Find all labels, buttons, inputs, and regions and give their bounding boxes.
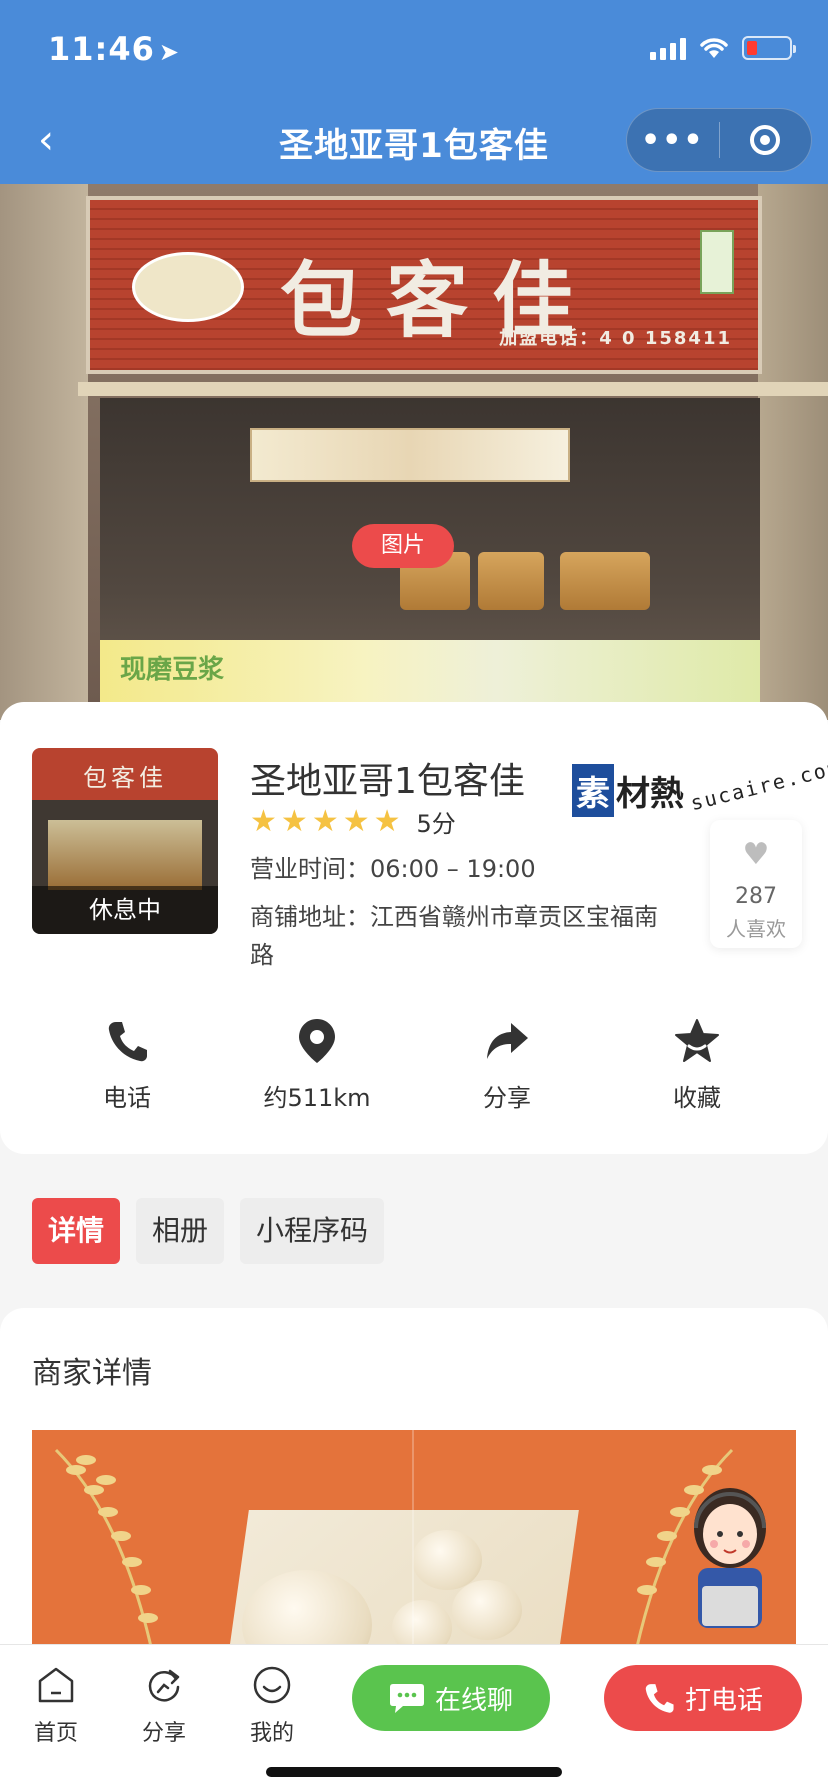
hero-photo[interactable]: 包客佳 加盟电话：4 0 158411 现磨豆浆 图片	[0, 184, 828, 720]
phone-icon	[645, 1684, 674, 1713]
location-pin-icon	[222, 1014, 412, 1068]
photo-tag-button[interactable]: 图片	[352, 524, 454, 568]
counter-text: 现磨豆浆	[120, 655, 225, 685]
close-miniprogram-button[interactable]	[720, 125, 812, 155]
like-count: 287	[735, 884, 777, 909]
bun-logo-icon	[132, 252, 244, 322]
distance-action[interactable]: 约511km	[222, 1014, 412, 1113]
home-tab[interactable]: 首页	[16, 1663, 96, 1747]
watermark-rest: 材熱	[616, 774, 684, 814]
tab-details[interactable]: 详情	[32, 1198, 121, 1264]
star-filled-icon: ★	[373, 803, 401, 839]
watermark-box: 素	[572, 764, 614, 817]
call-action[interactable]: 电话	[32, 1014, 222, 1113]
thumbnail-sign: 包客佳	[83, 764, 167, 792]
shop-thumbnail[interactable]: 包客佳 休息中	[32, 748, 218, 934]
status-time: 11:46 ➤	[48, 30, 180, 68]
bun-image	[452, 1580, 522, 1640]
tab-miniprogram-code[interactable]: 小程序码	[240, 1198, 385, 1264]
share-arrow-icon	[412, 1014, 602, 1068]
chat-bubble-icon	[389, 1684, 424, 1713]
tab-album[interactable]: 相册	[136, 1198, 225, 1264]
bottom-bar: 首页 分享 我的 在线聊 打电话	[0, 1644, 828, 1792]
like-button[interactable]: ♥ 287 人喜欢	[710, 820, 802, 948]
share-tab-label: 分享	[141, 1721, 186, 1746]
mine-tab-label: 我的	[249, 1721, 294, 1746]
top-bar: 11:46 ➤ ‹ 圣地亚哥1包客佳 •••	[0, 0, 828, 184]
phone-icon	[32, 1014, 222, 1068]
favorite-action-label: 收藏	[673, 1084, 721, 1112]
share-action[interactable]: 分享	[412, 1014, 602, 1113]
call-action-label: 电话	[103, 1084, 151, 1112]
shop-signboard: 包客佳 加盟电话：4 0 158411	[86, 196, 762, 374]
steamer-basket	[478, 552, 544, 610]
status-time-text: 11:46	[48, 30, 155, 68]
battery-icon	[742, 36, 796, 60]
location-arrow-icon: ➤	[158, 38, 180, 66]
share-tab[interactable]: 分享	[124, 1663, 204, 1747]
heart-icon: ♥	[742, 837, 770, 872]
wheat-left-icon	[54, 1448, 158, 1670]
menu-board	[250, 428, 570, 482]
home-indicator	[266, 1767, 562, 1777]
shop-awning	[78, 382, 828, 396]
shop-name: 圣地亚哥1包客佳	[250, 761, 525, 802]
watermark-en: sucaire.com	[688, 754, 828, 816]
like-label: 人喜欢	[726, 917, 786, 941]
business-hours: 营业时间：06:00 – 19:00	[250, 855, 536, 883]
call-button-label: 打电话	[684, 1685, 763, 1716]
more-menu-button[interactable]: •••	[627, 123, 719, 158]
watermark-cn: 素材熱	[572, 764, 684, 817]
wifi-icon	[700, 38, 728, 58]
star-filled-icon: ★	[250, 803, 277, 839]
detail-tabs: 详情 相册 小程序码	[32, 1198, 385, 1264]
home-tab-label: 首页	[33, 1721, 78, 1746]
rating-score: 5分	[416, 810, 456, 838]
signboard-phone: 加盟电话：4 0 158411	[499, 328, 732, 349]
section-title: 商家详情	[32, 1356, 152, 1391]
favorite-action[interactable]: 收藏	[602, 1014, 792, 1113]
cellular-signal-icon	[650, 36, 686, 60]
bun-image	[412, 1530, 482, 1590]
signboard-side-tag	[700, 230, 734, 294]
star-filled-icon: ★	[311, 803, 339, 839]
share-action-label: 分享	[483, 1084, 531, 1112]
online-chat-label: 在线聊	[434, 1685, 513, 1716]
hero-pillar-left	[0, 184, 88, 720]
star-filled-icon: ★	[342, 803, 370, 839]
thumbnail-shop	[48, 820, 202, 890]
shop-info-card: 包客佳 休息中 圣地亚哥1包客佳 ★ ★ ★ ★ ★ 5分 营业时间：06:00…	[0, 702, 828, 1154]
online-chat-button[interactable]: 在线聊	[352, 1665, 550, 1731]
star-filled-icon: ★	[280, 803, 308, 839]
status-indicators	[650, 36, 796, 60]
smile-icon	[232, 1663, 312, 1707]
close-target-icon	[750, 125, 781, 155]
mine-tab[interactable]: 我的	[232, 1663, 312, 1747]
open-status-badge: 休息中	[32, 886, 218, 934]
watermark-logo: 素材熱 sucaire.com	[572, 755, 828, 817]
share-refresh-icon	[124, 1663, 204, 1707]
rating-stars: ★ ★ ★ ★ ★ 5分	[250, 804, 456, 839]
shop-address: 商铺地址：江西省赣州市章贡区宝福南路	[250, 903, 658, 969]
action-row: 电话 约511km 分享 收藏	[0, 1014, 828, 1113]
hero-pillar-right	[758, 184, 828, 720]
home-icon	[16, 1663, 96, 1707]
call-button[interactable]: 打电话	[604, 1665, 802, 1731]
distance-action-label: 约511km	[263, 1084, 371, 1112]
miniprogram-capsule: •••	[626, 108, 812, 172]
star-icon	[602, 1014, 792, 1068]
customer-service-mascot-icon	[694, 1488, 766, 1628]
steamer-basket	[560, 552, 650, 610]
